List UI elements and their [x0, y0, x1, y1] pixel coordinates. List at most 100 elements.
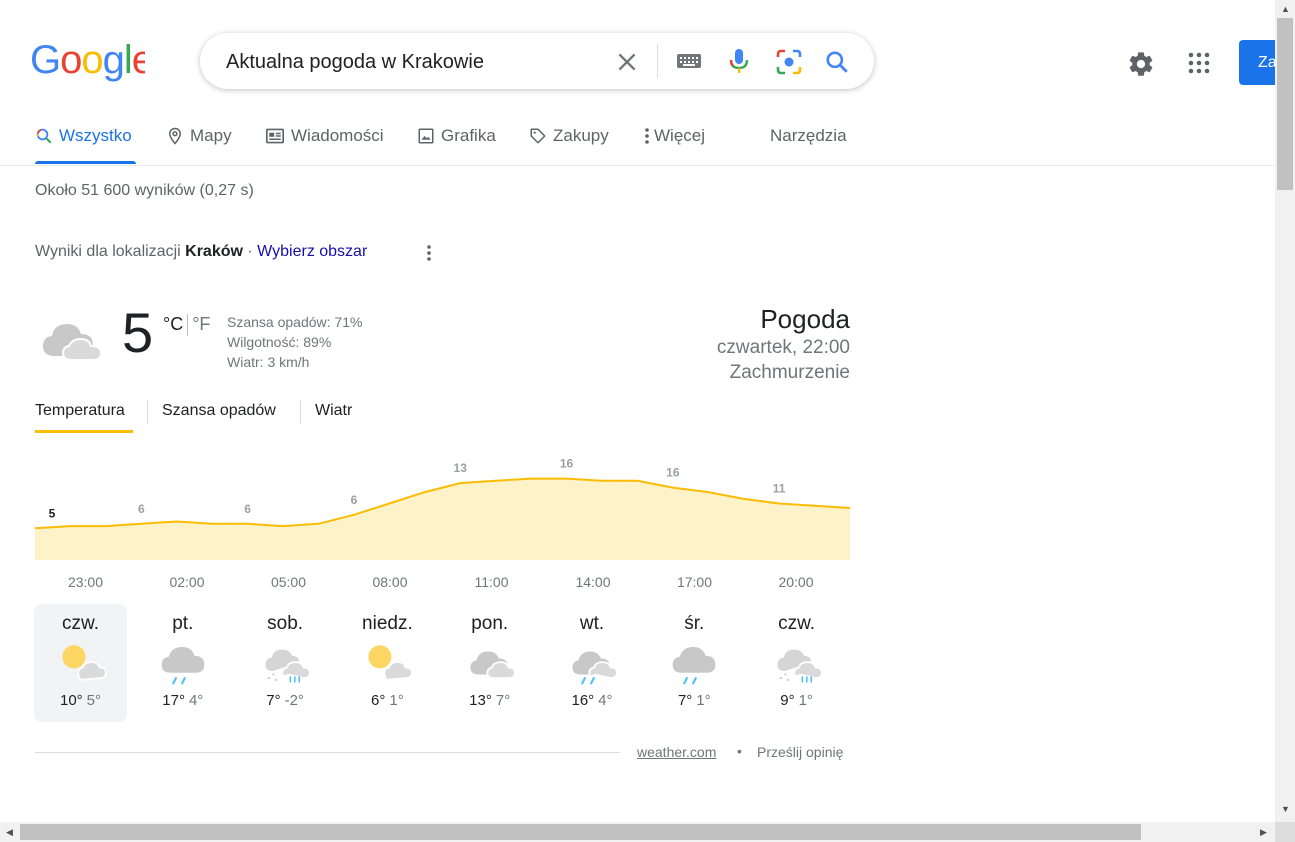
search-icon[interactable]	[824, 49, 850, 75]
data-label: 11	[773, 481, 786, 495]
news-icon	[266, 128, 284, 144]
data-label: 6	[244, 502, 251, 516]
apps-grid-icon[interactable]	[1187, 51, 1211, 75]
day-high: 16°	[571, 692, 595, 709]
data-label: 6	[351, 493, 358, 507]
temperature-chart[interactable]: 5 6 6 6 13 16 16 11	[35, 455, 850, 560]
tab-label: Wszystko	[59, 126, 132, 145]
search-box[interactable]: Aktualna pogoda w Krakowie	[200, 33, 874, 89]
partly-cloudy-icon	[368, 645, 414, 681]
more-vert-icon	[645, 128, 649, 144]
source-link[interactable]: weather.com	[637, 744, 716, 760]
day-temps: 13° 7°	[443, 692, 536, 709]
day-high: 10°	[59, 692, 83, 709]
day-name: czw.	[778, 613, 816, 634]
hour-tick-label: 05:00	[270, 574, 307, 590]
cloudy-icon	[43, 324, 103, 361]
mic-icon[interactable]	[727, 47, 751, 75]
day-temps: 10° 5°	[34, 692, 127, 709]
day-high: 13°	[469, 692, 492, 709]
hour-tick-label: 20:00	[778, 574, 814, 590]
logo-text: Google	[30, 40, 145, 82]
change-location-link[interactable]: Wybierz obszar	[257, 243, 367, 260]
temperature-area	[35, 478, 850, 560]
location-prefix: Wyniki dla lokalizacji	[35, 243, 181, 260]
day-temps: 16° 4°	[546, 692, 639, 709]
footer-dot: •	[737, 743, 742, 759]
tab-temperature[interactable]: Temperatura	[35, 402, 125, 420]
unit-separator	[187, 314, 189, 337]
tab-all[interactable]: Wszystko	[35, 126, 132, 146]
day-forecast[interactable]: pt. 17° 4°	[136, 604, 229, 722]
feedback-link[interactable]: Prześlij opinię	[757, 744, 843, 760]
day-temps: 7° -2°	[239, 692, 332, 709]
data-label: 16	[560, 457, 574, 471]
hour-tick-label: 08:00	[372, 574, 408, 590]
tab-maps[interactable]: Mapy	[166, 126, 232, 146]
weather-datetime: czwartek, 22:00	[716, 337, 850, 358]
search-input[interactable]: Aktualna pogoda w Krakowie	[226, 51, 484, 74]
day-forecast[interactable]: czw. 9° 1°	[750, 604, 843, 722]
current-temperature: 5	[122, 301, 154, 364]
clear-icon[interactable]	[614, 49, 640, 75]
tab-label: Narzędzia	[770, 126, 847, 145]
day-forecast[interactable]: śr. 7° 1°	[648, 604, 741, 722]
keyboard-icon[interactable]	[676, 51, 702, 71]
day-name: śr.	[684, 613, 705, 634]
data-label: 13	[454, 461, 468, 475]
data-label: 16	[666, 466, 680, 480]
tab-more[interactable]: Więcej	[643, 126, 705, 146]
weather-tab-indicator	[35, 430, 133, 433]
scroll-right-icon[interactable]: ▶	[1260, 827, 1267, 837]
day-low: 7°	[495, 692, 511, 709]
location-separator: ·	[247, 243, 253, 260]
weather-condition: Zachmurzenie	[729, 362, 850, 383]
day-forecast[interactable]: wt. 16° 4°	[546, 604, 639, 722]
scroll-up-icon[interactable]: ▲	[1281, 4, 1290, 14]
tab-wind[interactable]: Wiatr	[315, 402, 352, 420]
active-tab-indicator	[35, 161, 136, 164]
hour-tick-label: 17:00	[676, 574, 713, 590]
day-high: 7°	[677, 692, 693, 709]
tab-news[interactable]: Wiadomości	[265, 126, 384, 146]
tab-images[interactable]: Grafika	[417, 126, 496, 146]
hour-tick-label: 11:00	[474, 574, 509, 590]
day-temps: 9° 1°	[750, 692, 843, 709]
day-low: 4°	[188, 692, 204, 709]
day-forecast[interactable]: czw. 10° 5°	[34, 604, 127, 722]
tab-label: Wiadomości	[291, 126, 384, 145]
scroll-down-icon[interactable]: ▼	[1281, 804, 1290, 814]
tab-precipitation[interactable]: Szansa opadów	[162, 402, 276, 420]
day-high: 6°	[371, 692, 386, 709]
horizontal-scroll-thumb[interactable]	[20, 824, 1141, 840]
day-forecast[interactable]: sob. 7° -2°	[239, 604, 332, 722]
partly-cloudy-icon	[61, 645, 107, 681]
tab-separator	[147, 400, 148, 424]
weather-title: Pogoda	[760, 304, 850, 334]
fahrenheit-unit[interactable]: °F	[192, 314, 210, 334]
day-temps: 17° 4°	[136, 692, 229, 709]
tab-tools[interactable]: Narzędzia	[770, 126, 847, 146]
camera-search-icon[interactable]	[775, 48, 803, 76]
location-city: Kraków	[185, 243, 243, 260]
day-forecast[interactable]: niedz. 6° 1°	[341, 604, 434, 722]
cloudy-icon	[470, 651, 516, 679]
tab-label: Grafika	[441, 126, 496, 145]
tab-shopping[interactable]: Zakupy	[529, 126, 609, 146]
result-stats: Około 51 600 wyników (0,27 s)	[35, 182, 254, 199]
hour-tick-label: 23:00	[67, 574, 104, 590]
celsius-unit[interactable]: °C	[163, 314, 183, 334]
vertical-scroll-thumb[interactable]	[1277, 18, 1293, 190]
scrollbar-corner	[1275, 822, 1295, 842]
unit-switch: °C °F	[163, 314, 210, 337]
settings-gear-icon[interactable]	[1127, 50, 1155, 78]
day-high: 7°	[266, 692, 281, 709]
more-options-icon[interactable]	[425, 244, 433, 262]
scroll-left-icon[interactable]: ◀	[6, 827, 13, 837]
day-name: sob.	[267, 613, 304, 634]
day-low: 1°	[696, 692, 711, 709]
data-label: 6	[138, 502, 145, 516]
day-forecast[interactable]: pon. 13° 7°	[443, 604, 536, 722]
map-pin-icon	[168, 127, 182, 145]
google-logo[interactable]: Google	[30, 40, 145, 84]
